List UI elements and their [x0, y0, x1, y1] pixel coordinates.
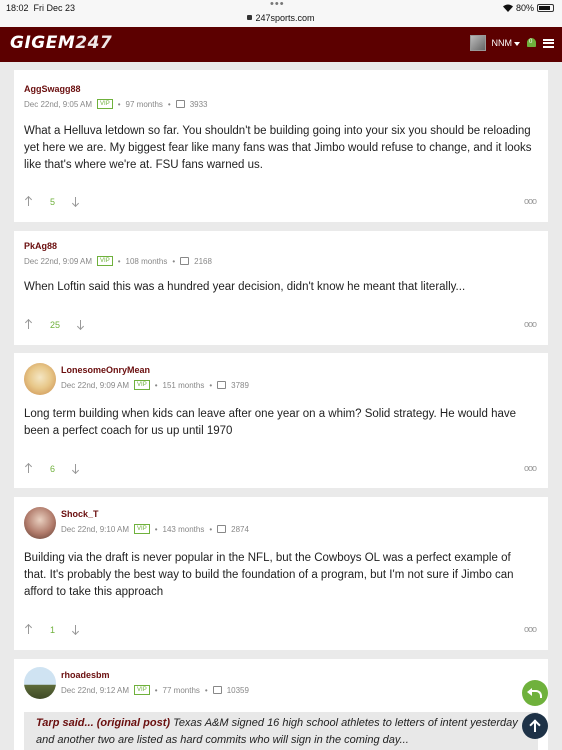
- vote-controls: 1: [24, 624, 81, 636]
- post-meta: Dec 22nd, 9:12 AM VIP • 77 months • 1035…: [61, 685, 249, 695]
- avatar[interactable]: [24, 667, 56, 699]
- vote-count: 25: [50, 320, 61, 330]
- tab-dots-icon[interactable]: •••: [270, 0, 285, 10]
- vip-badge: VIP: [97, 99, 113, 109]
- upvote-icon[interactable]: [24, 196, 34, 208]
- comment-count-icon: [212, 686, 222, 694]
- comment-count-icon: [175, 100, 185, 108]
- more-options-icon[interactable]: ooo: [524, 319, 537, 329]
- post-username[interactable]: LonesomeOnryMean: [61, 365, 150, 375]
- post-card: rhoadesbm Dec 22nd, 9:12 AM VIP • 77 mon…: [14, 659, 548, 750]
- upvote-icon[interactable]: [24, 319, 34, 331]
- reply-button[interactable]: [522, 680, 548, 706]
- lock-icon: [247, 15, 253, 20]
- comment-count-icon: [180, 257, 190, 265]
- post-card: AggSwagg88 Dec 22nd, 9:05 AM VIP • 97 mo…: [14, 70, 548, 222]
- vote-controls: 25: [24, 319, 86, 331]
- battery-icon: [537, 4, 554, 12]
- chevron-down-icon: [514, 42, 520, 46]
- post-meta: Dec 22nd, 9:10 AM VIP • 143 months • 287…: [61, 524, 249, 534]
- user-menu[interactable]: NNM: [492, 38, 520, 48]
- post-card: PkAg88 Dec 22nd, 9:09 AM VIP • 108 month…: [14, 231, 548, 345]
- post-meta: Dec 22nd, 9:09 AM VIP • 151 months • 378…: [61, 380, 249, 390]
- downvote-icon[interactable]: [71, 624, 81, 636]
- post-card: Shock_T Dec 22nd, 9:10 AM VIP • 143 mont…: [14, 497, 548, 650]
- vip-badge: VIP: [134, 524, 150, 534]
- post-body: What a Helluva letdown so far. You shoul…: [24, 125, 532, 171]
- scroll-to-top-button[interactable]: [522, 713, 548, 739]
- post-card: LonesomeOnryMean Dec 22nd, 9:09 AM VIP •…: [14, 353, 548, 488]
- downvote-icon[interactable]: [71, 463, 81, 475]
- downvote-icon[interactable]: [71, 196, 81, 208]
- upvote-icon[interactable]: [24, 624, 34, 636]
- status-right: 80%: [502, 3, 554, 13]
- site-header: GIGEM247 NNM 0: [0, 27, 562, 62]
- hamburger-menu-icon[interactable]: [543, 38, 554, 48]
- more-options-icon[interactable]: ooo: [524, 624, 537, 634]
- address-bar[interactable]: 247sports.com: [0, 13, 562, 23]
- notification-bell-icon[interactable]: 0: [526, 36, 537, 50]
- vip-badge: VIP: [134, 685, 150, 695]
- vote-count: 1: [50, 625, 56, 635]
- more-options-icon[interactable]: ooo: [524, 196, 537, 206]
- post-username[interactable]: AggSwagg88: [24, 84, 81, 94]
- vote-controls: 6: [24, 463, 81, 475]
- vip-badge: VIP: [97, 256, 113, 266]
- status-time: 18:02 Fri Dec 23: [6, 3, 76, 13]
- quote-author[interactable]: Tarp said... (original post): [36, 717, 170, 729]
- site-logo[interactable]: GIGEM247: [10, 33, 112, 53]
- vote-controls: 5: [24, 196, 81, 208]
- vote-count: 5: [50, 197, 56, 207]
- avatar[interactable]: [24, 507, 56, 539]
- downvote-icon[interactable]: [76, 319, 86, 331]
- vip-badge: VIP: [134, 380, 150, 390]
- quoted-post: Tarp said... (original post) Texas A&M s…: [24, 712, 538, 750]
- post-username[interactable]: Shock_T: [61, 509, 99, 519]
- vote-count: 6: [50, 464, 56, 474]
- battery-percent: 80%: [515, 3, 534, 13]
- post-body: When Loftin said this was a hundred year…: [24, 281, 466, 293]
- post-meta: Dec 22nd, 9:05 AM VIP • 97 months • 3933: [24, 99, 208, 109]
- upvote-icon[interactable]: [24, 463, 34, 475]
- post-meta: Dec 22nd, 9:09 AM VIP • 108 months • 216…: [24, 256, 212, 266]
- user-avatar[interactable]: [469, 35, 486, 51]
- avatar[interactable]: [24, 363, 56, 395]
- status-bar: 18:02 Fri Dec 23 ••• 247sports.com 80%: [0, 0, 562, 27]
- comment-count-icon: [217, 381, 227, 389]
- post-username[interactable]: rhoadesbm: [61, 670, 110, 680]
- wifi-icon: [502, 4, 513, 12]
- comment-count-icon: [217, 525, 227, 533]
- more-options-icon[interactable]: ooo: [524, 463, 537, 473]
- post-username[interactable]: PkAg88: [24, 241, 57, 251]
- post-body: Long term building when kids can leave a…: [24, 408, 517, 437]
- post-body: Building via the draft is never popular …: [24, 552, 514, 598]
